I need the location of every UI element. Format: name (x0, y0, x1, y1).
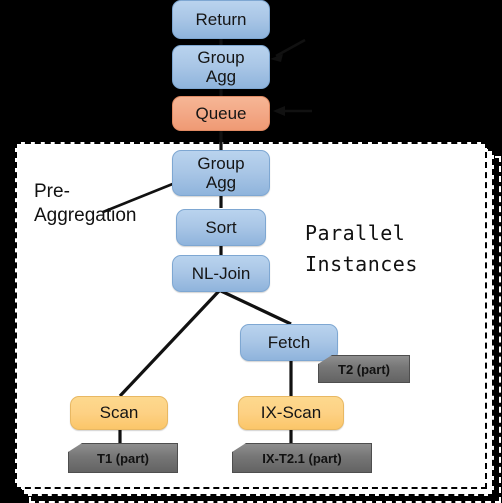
edge-nljoin-scan (118, 289, 221, 398)
table-t2-part[interactable]: T2 (part) (318, 355, 410, 383)
node-sort[interactable]: Sort (176, 209, 266, 246)
node-group-agg-top[interactable]: Group Agg (172, 45, 270, 89)
annotation-pre-aggregation: Pre- Aggregation (34, 181, 137, 227)
annotation-parallel-instances: Parallel Instances (305, 221, 418, 276)
arrow-to-queue (273, 106, 312, 116)
node-queue[interactable]: Queue (172, 96, 270, 131)
edge-nljoin-fetch (220, 289, 292, 326)
arrow-to-groupagg (270, 38, 306, 62)
table-t1-part[interactable]: T1 (part) (68, 443, 178, 473)
node-scan[interactable]: Scan (70, 396, 168, 430)
node-group-agg-inner[interactable]: Group Agg (172, 150, 270, 196)
node-nl-join[interactable]: NL-Join (172, 255, 270, 292)
table-ix-t21-part[interactable]: IX-T2.1 (part) (232, 443, 372, 473)
node-return[interactable]: Return (172, 0, 270, 39)
node-fetch[interactable]: Fetch (240, 324, 338, 361)
node-ix-scan[interactable]: IX-Scan (238, 396, 344, 430)
diagram-canvas: Return Group Agg Queue Group Agg Sort NL… (0, 0, 502, 503)
